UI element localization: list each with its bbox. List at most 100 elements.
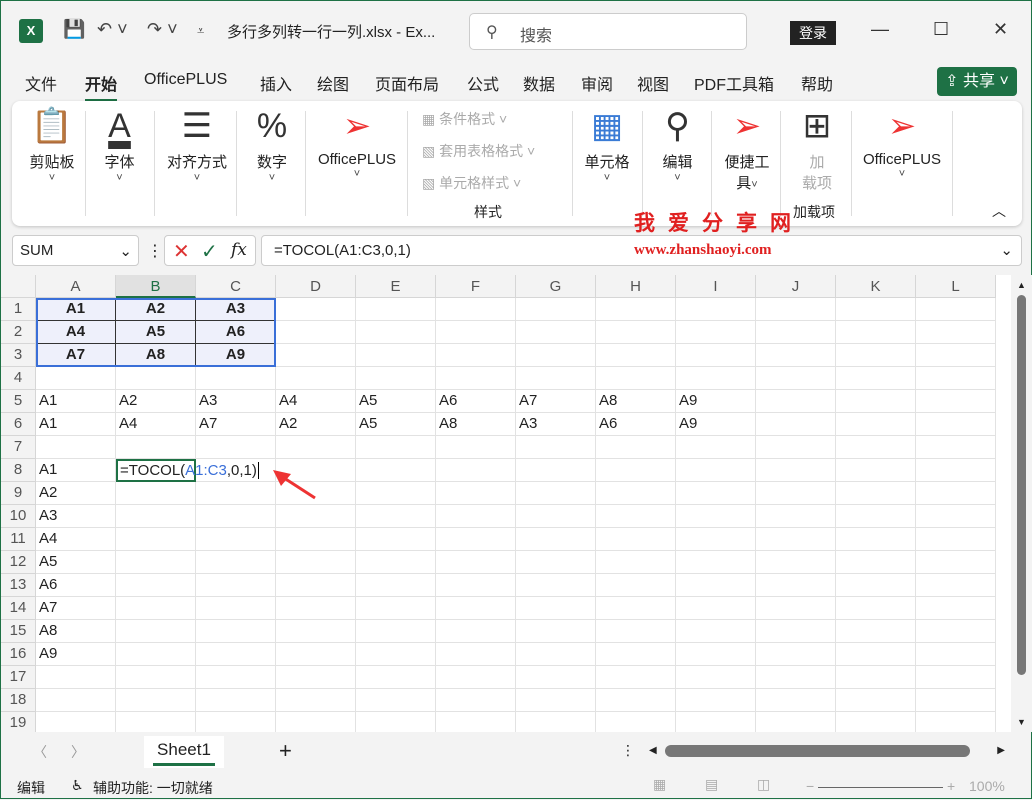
- cell-C5[interactable]: A3: [196, 390, 276, 413]
- cell-K4[interactable]: [836, 367, 916, 390]
- cell-I12[interactable]: [676, 551, 756, 574]
- cell-H3[interactable]: [596, 344, 676, 367]
- tab-10[interactable]: PDF工具箱: [694, 71, 774, 95]
- cell-G7[interactable]: [516, 436, 596, 459]
- cell-E10[interactable]: [356, 505, 436, 528]
- cell-K1[interactable]: [836, 298, 916, 321]
- tab-8[interactable]: 审阅: [581, 71, 613, 95]
- cell-G2[interactable]: [516, 321, 596, 344]
- scroll-thumb[interactable]: [1017, 295, 1026, 675]
- cell-J17[interactable]: [756, 666, 836, 689]
- cell-H12[interactable]: [596, 551, 676, 574]
- officeplus-button[interactable]: ➢ OfficePLUS ˅: [312, 101, 402, 180]
- cell-C14[interactable]: [196, 597, 276, 620]
- cell-H17[interactable]: [596, 666, 676, 689]
- tab-11[interactable]: 帮助: [801, 71, 833, 95]
- cell-I3[interactable]: [676, 344, 756, 367]
- cell-K12[interactable]: [836, 551, 916, 574]
- cell-I13[interactable]: [676, 574, 756, 597]
- cell-E14[interactable]: [356, 597, 436, 620]
- cell-F1[interactable]: [436, 298, 516, 321]
- cell-K10[interactable]: [836, 505, 916, 528]
- cell-D2[interactable]: [276, 321, 356, 344]
- cell-F4[interactable]: [436, 367, 516, 390]
- cell-D7[interactable]: [276, 436, 356, 459]
- cell-J6[interactable]: [756, 413, 836, 436]
- cell-G12[interactable]: [516, 551, 596, 574]
- cell-J15[interactable]: [756, 620, 836, 643]
- maximize-icon[interactable]: ☐: [933, 19, 949, 40]
- cell-L1[interactable]: [916, 298, 996, 321]
- cell-F8[interactable]: [436, 459, 516, 482]
- cell-H7[interactable]: [596, 436, 676, 459]
- spreadsheet-grid[interactable]: A B C D E F G H I J K L 1 A1 A2 A3 2 A4 A5 A6 3 A7 A8 A9 4 5 A1 A2 A…: [1, 275, 1011, 732]
- column-header-I[interactable]: I: [676, 275, 756, 298]
- cell-style-button[interactable]: ▧ 单元格样式 ˅: [422, 173, 521, 193]
- clipboard-button[interactable]: 📋 剪贴板 ˅: [22, 101, 82, 184]
- cell-F5[interactable]: A6: [436, 390, 516, 413]
- share-button[interactable]: ⇪ 共享 ˅: [937, 67, 1017, 96]
- cell-J7[interactable]: [756, 436, 836, 459]
- cell-F2[interactable]: [436, 321, 516, 344]
- cell-G14[interactable]: [516, 597, 596, 620]
- cell-F12[interactable]: [436, 551, 516, 574]
- cell-F9[interactable]: [436, 482, 516, 505]
- table-format-button[interactable]: ▧ 套用表格格式 ˅: [422, 141, 535, 161]
- cell-L11[interactable]: [916, 528, 996, 551]
- cell-A18[interactable]: [36, 689, 116, 712]
- cell-F6[interactable]: A8: [436, 413, 516, 436]
- cell-I16[interactable]: [676, 643, 756, 666]
- cell-K13[interactable]: [836, 574, 916, 597]
- insert-function-icon[interactable]: fx: [231, 240, 247, 260]
- cell-L7[interactable]: [916, 436, 996, 459]
- cell-I19[interactable]: [676, 712, 756, 732]
- cell-H9[interactable]: [596, 482, 676, 505]
- row-header-9[interactable]: 9: [1, 482, 36, 505]
- cell-J4[interactable]: [756, 367, 836, 390]
- cell-B9[interactable]: [116, 482, 196, 505]
- column-header-B[interactable]: B: [116, 275, 196, 298]
- cell-B1[interactable]: A2: [116, 298, 196, 321]
- quick-tools-button[interactable]: ➢ 便捷工 具˅: [717, 101, 777, 193]
- row-header-10[interactable]: 10: [1, 505, 36, 528]
- column-header-A[interactable]: A: [36, 275, 116, 298]
- tab-1[interactable]: 开始: [85, 71, 118, 102]
- cell-C15[interactable]: [196, 620, 276, 643]
- tab-7[interactable]: 数据: [523, 71, 555, 95]
- cell-G4[interactable]: [516, 367, 596, 390]
- page-break-icon[interactable]: ◫: [757, 776, 770, 793]
- cell-C18[interactable]: [196, 689, 276, 712]
- conditional-format-button[interactable]: ▦ 条件格式 ˅: [422, 109, 507, 129]
- cell-E6[interactable]: A5: [356, 413, 436, 436]
- cell-K11[interactable]: [836, 528, 916, 551]
- tab-0[interactable]: 文件: [25, 71, 57, 95]
- cell-F16[interactable]: [436, 643, 516, 666]
- cell-A10[interactable]: A3: [36, 505, 116, 528]
- cell-J2[interactable]: [756, 321, 836, 344]
- cell-A11[interactable]: A4: [36, 528, 116, 551]
- column-header-C[interactable]: C: [196, 275, 276, 298]
- cell-H8[interactable]: [596, 459, 676, 482]
- cell-G17[interactable]: [516, 666, 596, 689]
- cell-I8[interactable]: [676, 459, 756, 482]
- cell-K19[interactable]: [836, 712, 916, 732]
- cell-E17[interactable]: [356, 666, 436, 689]
- cell-H4[interactable]: [596, 367, 676, 390]
- cell-K15[interactable]: [836, 620, 916, 643]
- cell-G10[interactable]: [516, 505, 596, 528]
- cell-A15[interactable]: A8: [36, 620, 116, 643]
- tab-3[interactable]: 插入: [260, 71, 292, 95]
- cell-B12[interactable]: [116, 551, 196, 574]
- cell-A14[interactable]: A7: [36, 597, 116, 620]
- cell-C16[interactable]: [196, 643, 276, 666]
- cell-I11[interactable]: [676, 528, 756, 551]
- expand-formula-bar-icon[interactable]: ⌄: [1000, 241, 1013, 259]
- cell-K3[interactable]: [836, 344, 916, 367]
- cell-H2[interactable]: [596, 321, 676, 344]
- cell-K17[interactable]: [836, 666, 916, 689]
- cell-B3[interactable]: A8: [116, 344, 196, 367]
- cell-J1[interactable]: [756, 298, 836, 321]
- cell-E1[interactable]: [356, 298, 436, 321]
- login-button[interactable]: 登录: [790, 21, 836, 45]
- cell-C9[interactable]: [196, 482, 276, 505]
